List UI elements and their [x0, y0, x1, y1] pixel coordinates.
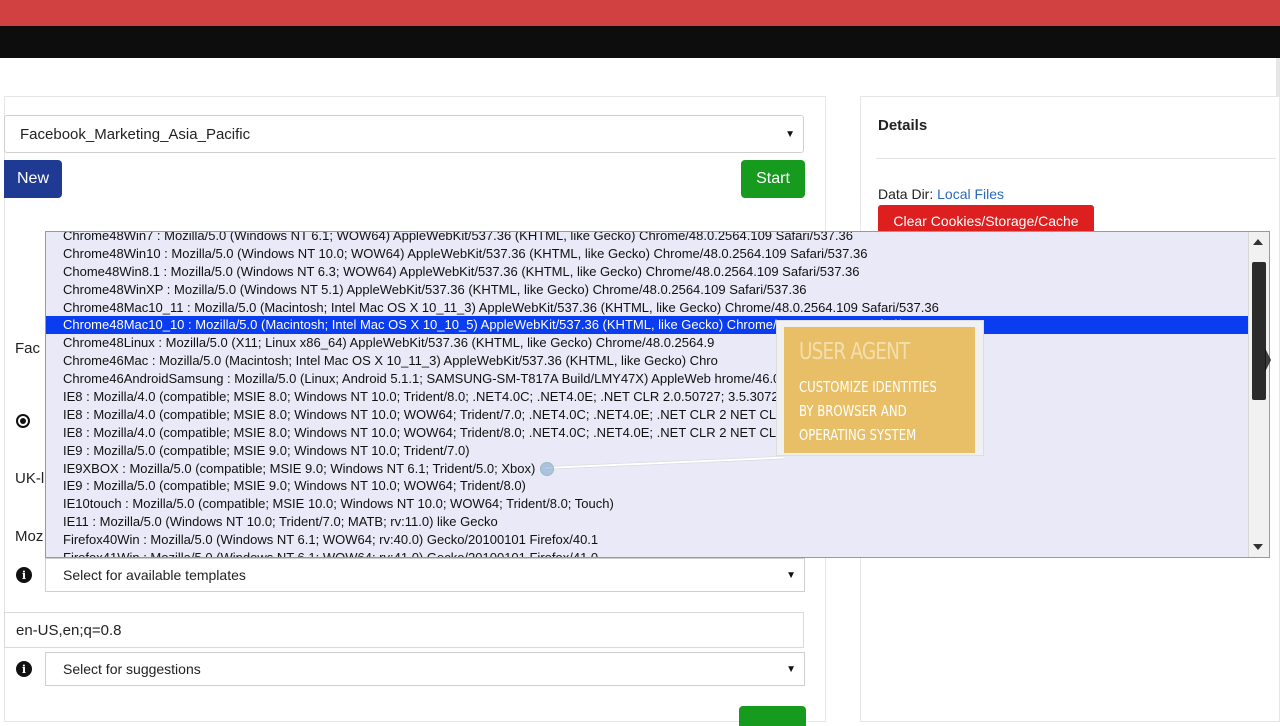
- suggestions-select-label: Select for suggestions: [63, 661, 201, 677]
- user-agent-option[interactable]: Chome48Win8.1 : Mozilla/5.0 (Windows NT …: [46, 263, 1250, 281]
- mouse-cursor-icon: [1265, 348, 1271, 372]
- save-button[interactable]: [739, 706, 806, 726]
- pointer-dot-icon: [540, 462, 554, 476]
- top-banner: [0, 0, 1280, 26]
- divider: [876, 158, 1276, 159]
- user-agent-option[interactable]: Firefox40Win : Mozilla/5.0 (Windows NT 6…: [46, 531, 1250, 549]
- user-agent-option[interactable]: IE10touch : Mozilla/5.0 (compatible; MSI…: [46, 495, 1250, 513]
- user-agent-list: Chrome48Win7 : Mozilla/5.0 (Windows NT 6…: [46, 232, 1250, 557]
- user-agent-option[interactable]: IE8 : Mozilla/4.0 (compatible; MSIE 8.0;…: [46, 388, 1250, 406]
- start-button[interactable]: Start: [741, 160, 805, 198]
- peek-field-locale[interactable]: UK-l: [15, 470, 45, 487]
- user-agent-option[interactable]: Chrome46Mac : Mozilla/5.0 (Macintosh; In…: [46, 352, 1250, 370]
- user-agent-option[interactable]: Firefox41Win : Mozilla/5.0 (Windows NT 6…: [46, 549, 1250, 557]
- callout-box: USER AGENT CUSTOMIZE IDENTITIES BY BROWS…: [784, 327, 975, 453]
- radio-icon[interactable]: [16, 414, 30, 428]
- user-agent-option[interactable]: Chrome48Win7 : Mozilla/5.0 (Windows NT 6…: [46, 232, 1250, 245]
- user-agent-dropdown[interactable]: Chrome48Win7 : Mozilla/5.0 (Windows NT 6…: [45, 231, 1270, 558]
- peek-field-fac[interactable]: Fac: [15, 340, 41, 357]
- suggestions-select[interactable]: Select for suggestions ▼: [45, 652, 805, 686]
- scrollbar-thumb[interactable]: [1252, 262, 1266, 400]
- scroll-down-icon[interactable]: [1253, 544, 1263, 550]
- accept-language-input[interactable]: en-US,en;q=0.8: [4, 612, 804, 648]
- scrollbar[interactable]: [1248, 232, 1269, 557]
- profile-select-value: Facebook_Marketing_Asia_Pacific: [20, 125, 251, 143]
- user-agent-option[interactable]: IE9 : Mozilla/5.0 (compatible; MSIE 9.0;…: [46, 477, 1250, 495]
- user-agent-option[interactable]: Chrome48Win10 : Mozilla/5.0 (Windows NT …: [46, 245, 1250, 263]
- templates-select-label: Select for available templates: [63, 567, 246, 583]
- new-profile-button[interactable]: New: [4, 160, 62, 198]
- peek-field-useragent[interactable]: Moz: [15, 528, 44, 545]
- user-agent-option[interactable]: IE11 : Mozilla/5.0 (Windows NT 10.0; Tri…: [46, 513, 1250, 531]
- profile-select[interactable]: Facebook_Marketing_Asia_Pacific ▼: [4, 115, 804, 153]
- user-agent-option[interactable]: Chrome46AndroidSamsung : Mozilla/5.0 (Li…: [46, 370, 1250, 388]
- user-agent-option[interactable]: IE8 : Mozilla/4.0 (compatible; MSIE 8.0;…: [46, 424, 1250, 442]
- user-agent-option[interactable]: Chrome48Mac10_10 : Mozilla/5.0 (Macintos…: [46, 316, 1250, 335]
- user-agent-callout: USER AGENT CUSTOMIZE IDENTITIES BY BROWS…: [776, 320, 984, 456]
- callout-title: USER AGENT: [799, 339, 910, 365]
- callout-text: CUSTOMIZE IDENTITIES BY BROWSER AND OPER…: [799, 378, 937, 444]
- user-agent-option[interactable]: IE9 : Mozilla/5.0 (compatible; MSIE 9.0;…: [46, 442, 1250, 460]
- info-icon[interactable]: i: [16, 567, 32, 583]
- user-agent-option[interactable]: Chrome48Mac10_11 : Mozilla/5.0 (Macintos…: [46, 299, 1250, 317]
- info-icon[interactable]: i: [16, 661, 32, 677]
- chevron-down-icon: ▼: [785, 128, 795, 140]
- user-agent-option[interactable]: Chrome48WinXP : Mozilla/5.0 (Windows NT …: [46, 281, 1250, 299]
- user-agent-option[interactable]: IE8 : Mozilla/4.0 (compatible; MSIE 8.0;…: [46, 406, 1250, 424]
- details-title: Details: [878, 117, 928, 134]
- local-files-link[interactable]: Local Files: [937, 186, 1004, 202]
- scroll-up-icon[interactable]: [1253, 239, 1263, 245]
- chevron-down-icon: ▼: [786, 569, 796, 581]
- data-dir-label: Data Dir:: [878, 186, 934, 202]
- user-agent-option[interactable]: Chrome48Linux : Mozilla/5.0 (X11; Linux …: [46, 334, 1250, 352]
- toolbar-strip: [0, 26, 1280, 58]
- data-dir-row: Data Dir: Local Files: [878, 186, 1004, 202]
- templates-select[interactable]: Select for available templates ▼: [45, 558, 805, 592]
- chevron-down-icon: ▼: [786, 663, 796, 675]
